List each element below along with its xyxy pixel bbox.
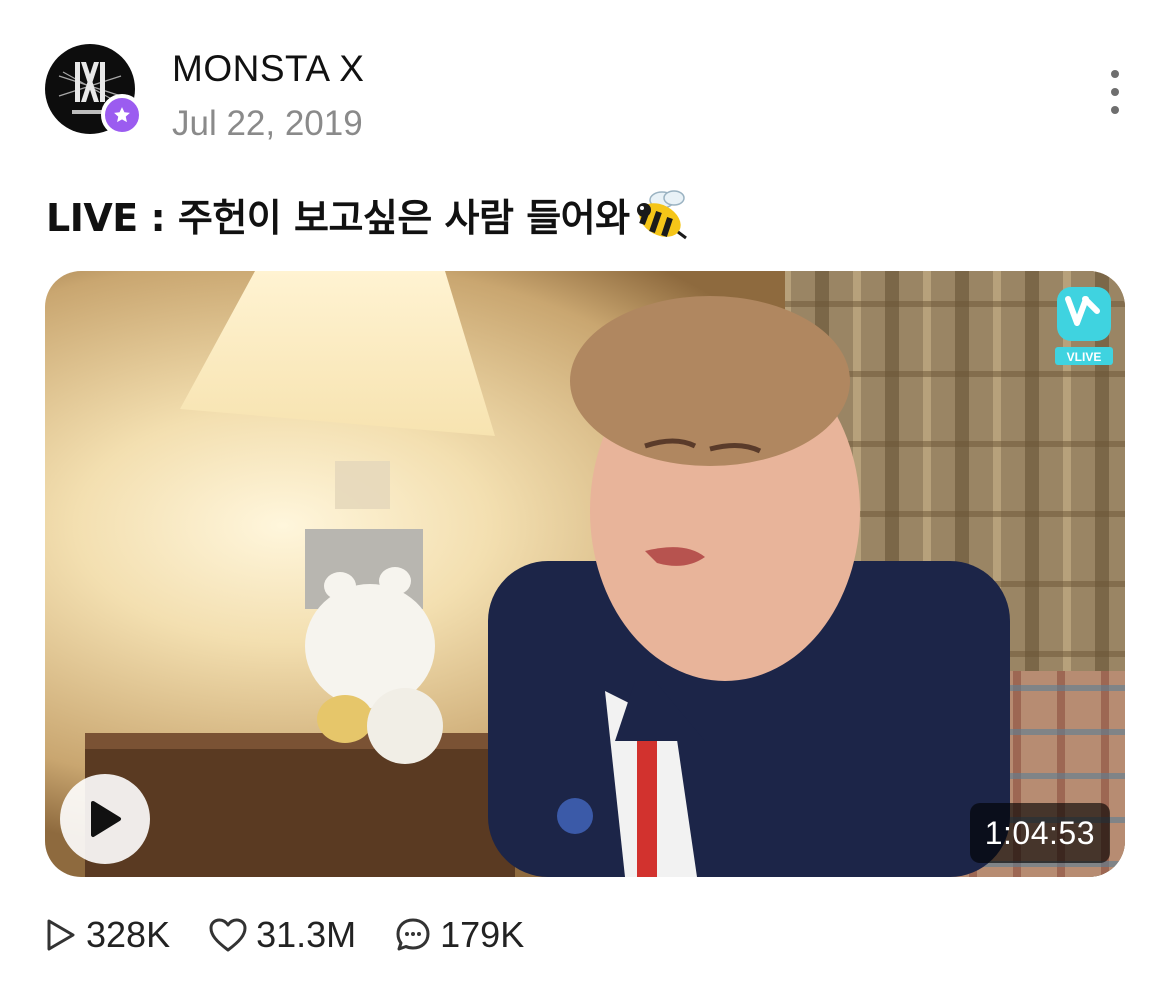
verified-star-badge bbox=[101, 94, 143, 136]
play-button[interactable] bbox=[60, 774, 150, 864]
post-date: Jul 22, 2019 bbox=[172, 104, 363, 143]
views-stat[interactable]: 328K bbox=[44, 914, 170, 956]
vlive-watermark-text: VLIVE bbox=[1067, 350, 1102, 364]
likes-stat[interactable]: 31.3M bbox=[208, 914, 356, 956]
views-count: 328K bbox=[86, 914, 171, 955]
author-avatar[interactable] bbox=[45, 44, 143, 136]
comments-stat[interactable]: 179K bbox=[394, 914, 524, 956]
bee-emoji-icon bbox=[636, 190, 687, 240]
post-stats: 328K 31.3M 179K bbox=[44, 912, 562, 958]
post-title-text: LIVE : 주헌이 보고싶은 사람 들어와 bbox=[46, 195, 630, 240]
comment-bubble-icon bbox=[396, 918, 430, 951]
play-icon bbox=[91, 801, 121, 837]
post-title[interactable]: LIVE : 주헌이 보고싶은 사람 들어와 bbox=[46, 186, 690, 242]
vlive-watermark-icon: VLIVE bbox=[1055, 287, 1113, 365]
author-name[interactable]: MONSTA X bbox=[172, 48, 364, 90]
star-icon bbox=[114, 107, 130, 123]
vertical-ellipsis-icon bbox=[1111, 70, 1119, 78]
video-thumbnail[interactable]: VLIVE 1:04:53 bbox=[45, 271, 1125, 877]
comments-count: 179K bbox=[440, 914, 525, 955]
more-options-button[interactable] bbox=[1107, 70, 1123, 114]
video-frame-image bbox=[45, 271, 1125, 877]
likes-count: 31.3M bbox=[256, 914, 357, 955]
video-duration-badge: 1:04:53 bbox=[969, 803, 1110, 863]
post-header: MONSTA X Jul 22, 2019 bbox=[45, 44, 1135, 143]
play-outline-icon bbox=[47, 919, 75, 951]
heart-icon bbox=[209, 918, 247, 952]
